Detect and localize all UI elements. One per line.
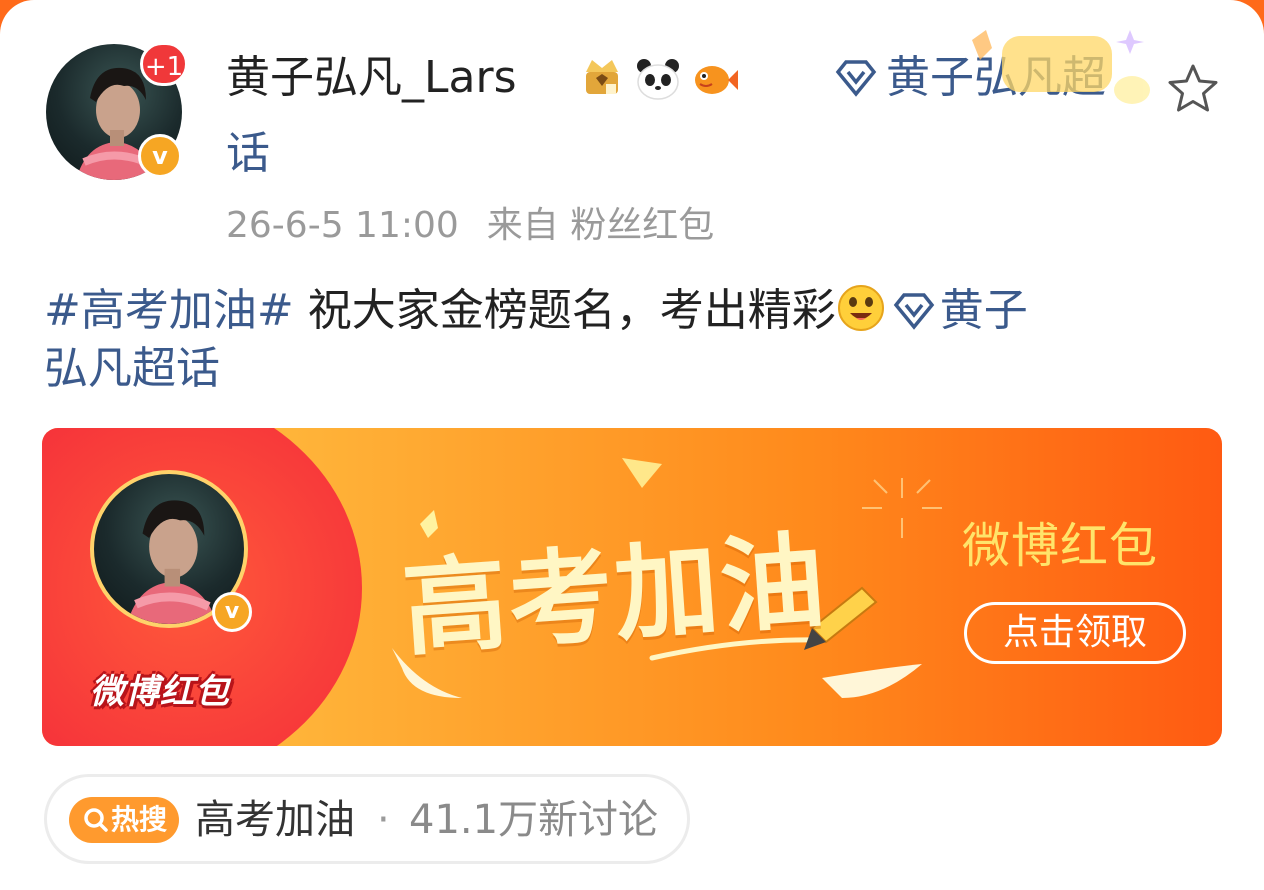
search-icon [84,808,108,832]
panda-icon [637,59,679,100]
red-packet-banner[interactable]: v 微博红包 高考加油 微博红包 点击领取 [42,428,1222,746]
grin-emoji-icon [837,285,884,331]
post-source: 来自 粉丝红包 [486,205,715,246]
banner-verified-icon: v [212,592,252,632]
hot-separator: · [377,797,390,843]
crown-medal-icon [586,60,618,94]
post-time: 26-6-5 11:00 [226,205,459,246]
hot-topic: 高考加油 [195,797,355,843]
diamond-icon [893,293,934,330]
banner-logo: 微博红包 [90,672,230,712]
post-text: 祝大家金榜题名，考出精彩 [293,285,836,336]
supertopic-label-continued[interactable]: 话 [226,124,270,184]
post-body: #高考加油# 祝大家金榜题名，考出精彩 黄子弘凡超话 [44,282,1204,398]
hot-search-chip[interactable]: 热搜 高考加油 · 41.1万新讨论 [44,774,690,864]
post-meta: 26-6-5 11:00 来自 粉丝红包 [226,202,714,250]
claim-button[interactable]: 点击领取 [964,602,1186,664]
supertopic-inline-label: 黄子 [939,285,1028,336]
goldfish-icon [695,66,738,94]
hot-search-badge-label: 热搜 [111,803,168,836]
hot-search-badge: 热搜 [69,797,179,843]
supertopic-inline-label-continued: 弘凡超话 [44,343,220,394]
decorative-badge-icon [972,30,1150,104]
notification-badge: +1 [140,42,188,86]
verified-badge-icon: v [138,134,182,178]
badge-icons [578,54,738,102]
star-icon[interactable] [1164,60,1222,118]
banner-slogan: 高考加油 [398,519,831,671]
hot-discussion-count: 41.1万新讨论 [409,797,659,843]
username[interactable]: 黄子弘凡_Lars [226,48,517,108]
banner-brand: 微博红包 [962,518,1159,574]
hashtag-link[interactable]: #高考加油# [44,285,294,336]
diamond-icon [835,60,877,97]
weibo-post-card: +1 v 黄子弘凡_Lars 黄子弘凡超 话 26-6-5 11:00 来自 粉… [0,0,1264,890]
author-avatar[interactable]: +1 v [46,42,188,180]
